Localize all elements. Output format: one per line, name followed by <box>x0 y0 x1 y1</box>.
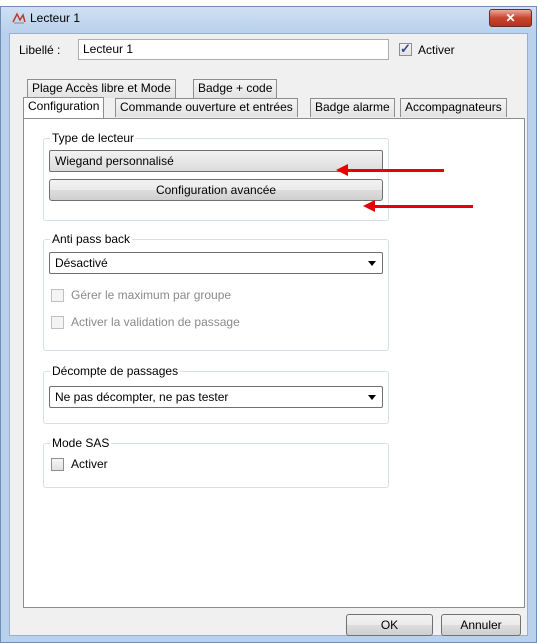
advanced-config-button[interactable]: Configuration avancée <box>49 179 383 201</box>
tab-commande-ouverture[interactable]: Commande ouverture et entrées <box>115 98 298 117</box>
reader-icon <box>12 12 26 24</box>
sas-activate-label: Activer <box>71 457 108 471</box>
group-max-checkbox[interactable] <box>51 289 64 302</box>
tab-plage-acces-libre[interactable]: Plage Accès libre et Mode <box>27 79 176 98</box>
title-bar[interactable]: Lecteur 1 ✕ <box>1 7 536 31</box>
name-label: Libellé : <box>19 43 61 57</box>
reader-type-group: Type de lecteur <box>43 131 389 221</box>
activate-checkbox[interactable] <box>399 41 412 57</box>
close-icon: ✕ <box>505 11 516 25</box>
tab-accompagnateurs[interactable]: Accompagnateurs <box>400 98 507 117</box>
dialog-client: Libellé : Lecteur 1 Activer Plage Accès … <box>9 33 528 636</box>
activate-label: Activer <box>418 43 455 57</box>
pass-count-select[interactable]: Ne pas décompter, ne pas tester <box>49 386 383 408</box>
configuration-panel: Type de lecteur Wiegand personnalisé Con… <box>23 118 525 608</box>
annotation-arrow-reader-type <box>336 164 444 176</box>
tab-badge-code[interactable]: Badge + code <box>193 79 278 98</box>
tab-configuration[interactable]: Configuration <box>23 97 105 118</box>
group-max-label: Gérer le maximum par groupe <box>71 288 232 302</box>
name-field[interactable]: Lecteur 1 <box>78 39 389 60</box>
pass-validation-checkbox[interactable] <box>51 316 64 329</box>
sas-activate-checkbox[interactable] <box>51 458 64 471</box>
sas-mode-legend: Mode SAS <box>52 436 110 450</box>
anti-pass-back-legend: Anti pass back <box>52 232 131 246</box>
reader-type-value: Wiegand personnalisé <box>55 154 174 168</box>
anti-pass-back-value: Désactivé <box>55 256 108 270</box>
chevron-down-icon <box>368 395 376 400</box>
pass-validation-label: Activer la validation de passage <box>71 315 240 329</box>
reader-type-legend: Type de lecteur <box>52 131 135 145</box>
cancel-button[interactable]: Annuler <box>441 614 521 636</box>
window-title: Lecteur 1 <box>30 11 81 25</box>
anti-pass-back-select[interactable]: Désactivé <box>49 252 383 274</box>
dialog-window: Lecteur 1 ✕ Libellé : Lecteur 1 Activer … <box>0 6 537 643</box>
pass-count-value: Ne pas décompter, ne pas tester <box>55 390 229 404</box>
annotation-arrow-advanced-config <box>363 200 473 212</box>
pass-count-legend: Décompte de passages <box>52 364 179 378</box>
chevron-down-icon <box>368 261 376 266</box>
close-button[interactable]: ✕ <box>489 9 532 27</box>
name-field-value: Lecteur 1 <box>83 42 134 56</box>
ok-button[interactable]: OK <box>346 614 433 636</box>
reader-type-select[interactable]: Wiegand personnalisé <box>49 150 383 172</box>
tab-badge-alarme[interactable]: Badge alarme <box>310 98 395 117</box>
